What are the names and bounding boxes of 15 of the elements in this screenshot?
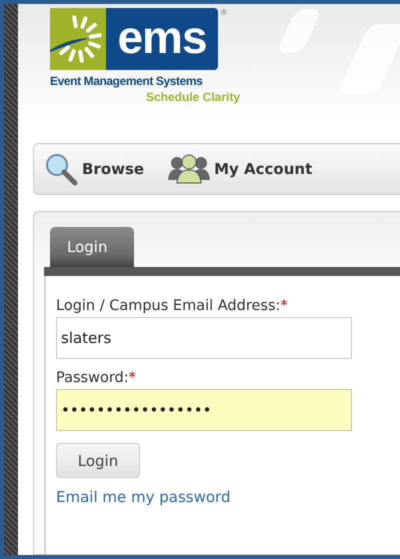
email-password-link[interactable]: Email me my password	[56, 488, 230, 506]
login-button[interactable]: Login	[56, 443, 140, 478]
nav-link[interactable]: Browse	[44, 152, 144, 186]
company-name: Event Management Systems	[50, 74, 202, 88]
field-label: Password:*	[56, 370, 136, 386]
tagline: Schedule Clarity	[146, 90, 240, 104]
input-field[interactable]: slaters	[56, 317, 352, 359]
logo-wordmark: ems	[106, 8, 218, 70]
people-icon	[168, 154, 210, 184]
login-tab[interactable]: Login	[50, 227, 134, 267]
input-field[interactable]: •••••••••••••••••	[56, 389, 352, 431]
magnifier-icon	[44, 152, 78, 186]
registered-mark: ®	[220, 8, 228, 17]
nav-link[interactable]: My Account	[168, 154, 312, 184]
field-label: Login / Campus Email Address:*	[56, 298, 288, 314]
